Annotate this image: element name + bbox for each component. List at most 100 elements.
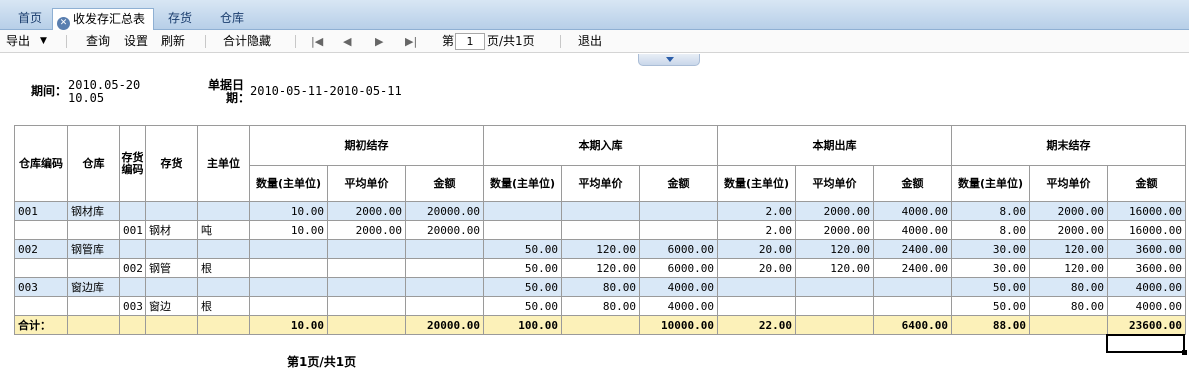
cell-value (405, 258, 484, 278)
toolbar-separator (66, 35, 67, 48)
cell-value: 30.00 (951, 239, 1030, 259)
cell-value (561, 201, 640, 221)
inventory-row[interactable]: 003 窗边根 50.00 80.00 4000.00 50.00 80.00 4000.00 (14, 296, 1186, 316)
page-number-input[interactable] (455, 33, 485, 50)
warehouse-row[interactable]: 001 钢材库 10.00 2000.00 20000.00 2.00 2000.00 400… (14, 201, 1186, 221)
total-value: 6400.00 (873, 315, 952, 335)
cell-value (873, 296, 952, 316)
toolbar-separator (205, 35, 206, 48)
cell-unit: 根 (197, 296, 250, 316)
header-qty: 数量(主单位) (951, 165, 1030, 202)
cell-inventory-code: 001 (119, 220, 146, 240)
cell-warehouse (67, 220, 120, 240)
cell-unit: 吨 (197, 220, 250, 240)
chevron-down-icon[interactable]: ▼ (40, 33, 47, 50)
cell-value: 120.00 (1029, 239, 1108, 259)
total-value (327, 315, 406, 335)
header-avg-price: 平均单价 (561, 165, 640, 202)
period-value-line1: 2010.05-20 (68, 78, 141, 92)
cell-inventory-code: 002 (119, 258, 146, 278)
cell-value: 2000.00 (327, 201, 406, 221)
cell-value: 50.00 (951, 296, 1030, 316)
cell-value: 4000.00 (639, 296, 718, 316)
cell-value: 4000.00 (873, 220, 952, 240)
page-prefix: 第 (442, 34, 455, 48)
total-value: 10000.00 (639, 315, 718, 335)
cell-value: 80.00 (1029, 277, 1108, 297)
cell-value: 2000.00 (1029, 201, 1108, 221)
cell-value: 30.00 (951, 258, 1030, 278)
next-page-icon[interactable]: ▶ (375, 33, 383, 50)
cell-value: 120.00 (795, 239, 874, 259)
tab-bar: 首页 ✕ 收发存汇总表 存货 仓库 (0, 0, 1189, 30)
warehouse-row[interactable]: 002 钢管库 50.00 120.00 6000.00 20.00 120.00 2400.… (14, 239, 1186, 259)
query-button[interactable]: 查询 (86, 33, 110, 50)
cell-value: 16000.00 (1107, 220, 1186, 240)
cell-value: 2400.00 (873, 239, 952, 259)
cell-value (327, 277, 406, 297)
page-suffix: 页/共1页 (487, 34, 535, 48)
total-value (561, 315, 640, 335)
cell-value: 10.00 (249, 220, 328, 240)
header-qty: 数量(主单位) (249, 165, 328, 202)
tab-home-label: 首页 (18, 11, 43, 25)
cell-value (249, 277, 328, 297)
last-page-icon[interactable]: ▶| (405, 33, 417, 50)
header-qty: 数量(主单位) (483, 165, 562, 202)
tab-summary-report[interactable]: ✕ 收发存汇总表 (52, 8, 155, 30)
exit-button[interactable]: 退出 (578, 33, 602, 50)
close-icon[interactable]: ✕ (57, 17, 70, 30)
period-value-line2: 10.05 (68, 91, 105, 105)
cell-value: 3600.00 (1107, 258, 1186, 278)
prev-page-icon[interactable]: ◀ (343, 33, 351, 50)
cell-inventory: 钢材 (145, 220, 198, 240)
cell-value: 10.00 (249, 201, 328, 221)
toolbar-separator (295, 35, 296, 48)
cell-value (249, 258, 328, 278)
footer-page-info: 第1页/共1页 (287, 355, 357, 369)
cell-value (327, 239, 406, 259)
totals-row: 合计： 10.00 20000.00 100.00 10000.00 22.00 6400.… (14, 315, 1186, 335)
period-label: 期间： (31, 84, 68, 98)
cell-value (483, 201, 562, 221)
cell-selection-box[interactable] (1106, 334, 1187, 355)
cell-value (639, 220, 718, 240)
cell-warehouse: 钢材库 (67, 201, 120, 221)
tab-inventory[interactable]: 存货 (160, 8, 200, 30)
header-issues: 本期出库 (717, 125, 952, 166)
cell-value (405, 239, 484, 259)
cell-value: 50.00 (483, 296, 562, 316)
refresh-button[interactable]: 刷新 (161, 33, 185, 50)
cell-unit (197, 201, 250, 221)
collapse-handle[interactable] (638, 54, 700, 66)
cell-value: 20.00 (717, 239, 796, 259)
settings-button[interactable]: 设置 (124, 33, 148, 50)
cell-inventory (145, 277, 198, 297)
cell-warehouse-code: 003 (14, 277, 68, 297)
cell-value (873, 277, 952, 297)
total-empty-cell (67, 315, 120, 335)
cell-value: 2400.00 (873, 258, 952, 278)
cell-warehouse-code (14, 258, 68, 278)
warehouse-row[interactable]: 003 窗边库 50.00 80.00 4000.00 50.00 80.00 4000.00 (14, 277, 1186, 297)
cell-inventory-code: 003 (119, 296, 146, 316)
first-page-icon[interactable]: |◀ (311, 33, 323, 50)
header-warehouse: 仓库 (67, 125, 120, 202)
total-value: 10.00 (249, 315, 328, 335)
total-empty-cell (119, 315, 146, 335)
tab-warehouse[interactable]: 仓库 (212, 8, 252, 30)
cell-value: 80.00 (1029, 296, 1108, 316)
tab-home[interactable]: 首页 (10, 8, 50, 30)
cell-value: 8.00 (951, 220, 1030, 240)
header-amount: 金额 (873, 165, 952, 202)
fill-handle[interactable] (1182, 350, 1187, 355)
total-value: 23600.00 (1107, 315, 1186, 335)
export-button[interactable]: 导出 (6, 33, 30, 50)
tab-inventory-label: 存货 (168, 11, 193, 25)
inventory-row[interactable]: 002 钢管根 50.00 120.00 6000.00 20.00 120.00 2400.… (14, 258, 1186, 278)
doc-date-value: 2010-05-11-2010-05-11 (250, 84, 402, 98)
cell-value (249, 239, 328, 259)
inventory-row[interactable]: 001 钢材吨 10.00 2000.00 20000.00 2.00 2000.00 400… (14, 220, 1186, 240)
hide-totals-button[interactable]: 合计隐藏 (223, 33, 271, 50)
cell-value: 120.00 (1029, 258, 1108, 278)
